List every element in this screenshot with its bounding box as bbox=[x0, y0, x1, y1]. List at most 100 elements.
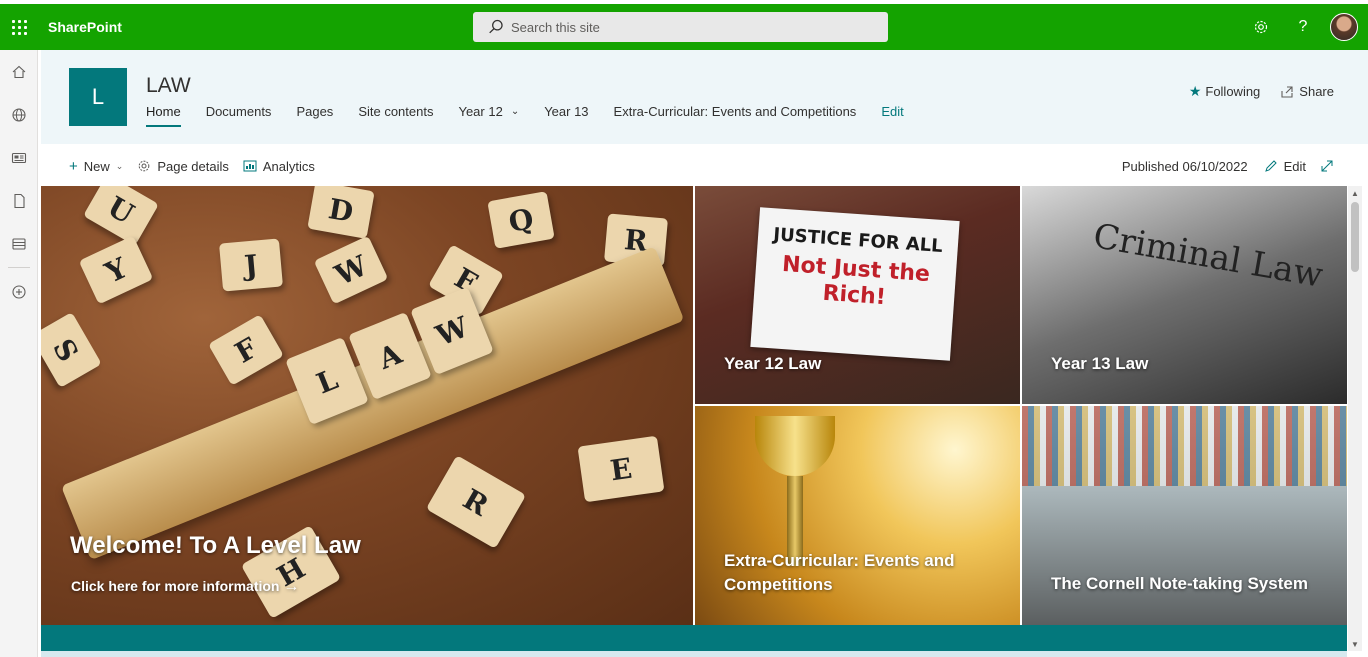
share-icon bbox=[1281, 85, 1293, 98]
nav-year-12-label: Year 12 bbox=[458, 104, 503, 119]
protest-sign: JUSTICE FOR ALL Not Just the Rich! bbox=[750, 207, 960, 361]
hero-tile-year13[interactable]: Criminal Law Year 13 Law bbox=[1022, 186, 1347, 404]
scrabble-tile: Q bbox=[487, 191, 555, 249]
section-band bbox=[41, 625, 1347, 651]
nav-home[interactable]: Home bbox=[146, 105, 181, 127]
nav-documents[interactable]: Documents bbox=[206, 105, 272, 127]
site-header: L LAW Home Documents Pages Site contents… bbox=[41, 50, 1368, 144]
appbar-lists[interactable] bbox=[0, 222, 38, 265]
app-launcher-button[interactable] bbox=[0, 4, 38, 50]
nav-year-13-label: Year 13 bbox=[544, 104, 589, 119]
scrabble-rack bbox=[61, 246, 685, 561]
scrabble-tile: D bbox=[307, 186, 375, 239]
sharepoint-brand-link[interactable]: SharePoint bbox=[48, 4, 122, 50]
scroll-thumb[interactable] bbox=[1351, 202, 1359, 272]
scroll-down-icon[interactable]: ▼ bbox=[1348, 637, 1362, 651]
search-box[interactable] bbox=[473, 12, 888, 42]
site-title[interactable]: LAW bbox=[146, 74, 191, 98]
bookshelf-image bbox=[1022, 406, 1347, 486]
following-label: Following bbox=[1205, 84, 1261, 99]
analytics-label: Analytics bbox=[262, 158, 315, 174]
expand-button[interactable] bbox=[1320, 159, 1340, 173]
nav-pages-label: Pages bbox=[296, 104, 334, 119]
settings-button[interactable] bbox=[1240, 4, 1282, 50]
lists-icon bbox=[12, 237, 26, 250]
search-input[interactable] bbox=[511, 19, 871, 35]
help-icon: ? bbox=[1298, 18, 1308, 35]
gear-icon bbox=[138, 160, 150, 172]
nav-edit-link[interactable]: Edit bbox=[881, 105, 903, 127]
pencil-icon bbox=[1264, 160, 1277, 172]
following-button[interactable]: ★ Following bbox=[1189, 83, 1260, 100]
hero-main-title: Welcome! To A Level Law bbox=[70, 532, 361, 559]
hero-tile-year12[interactable]: JUSTICE FOR ALL Not Just the Rich! Year … bbox=[695, 186, 1020, 404]
scrabble-tile: W bbox=[313, 235, 389, 305]
scrabble-tile: S bbox=[41, 312, 102, 388]
page-details-label: Page details bbox=[157, 158, 229, 174]
site-logo[interactable]: L bbox=[69, 68, 127, 126]
scrabble-tile: R bbox=[425, 455, 527, 549]
appbar-news[interactable] bbox=[0, 136, 38, 179]
new-button[interactable]: + New ⌄ bbox=[69, 158, 123, 175]
scrabble-tile: E bbox=[577, 435, 665, 503]
nav-site-contents[interactable]: Site contents bbox=[358, 105, 433, 127]
appbar-create[interactable] bbox=[0, 270, 38, 313]
nav-extra-curricular-label: Extra-Curricular: Events and Competition… bbox=[613, 104, 857, 119]
chevron-down-icon: ⌄ bbox=[115, 160, 124, 171]
hero-main-link[interactable]: Click here for more information → bbox=[71, 578, 299, 596]
nav-site-contents-label: Site contents bbox=[358, 104, 434, 119]
create-icon bbox=[12, 284, 26, 299]
command-bar: + New ⌄ Page details Analytics Published… bbox=[41, 146, 1368, 186]
avatar[interactable] bbox=[1330, 13, 1358, 41]
plus-icon: + bbox=[69, 157, 78, 175]
site-logo-letter: L bbox=[91, 84, 105, 109]
hero-tile-main[interactable]: U D Q R Y J W F S F L A W E R H Welcome!… bbox=[41, 186, 693, 625]
appbar-sites[interactable] bbox=[0, 93, 38, 136]
home-icon bbox=[12, 65, 26, 78]
page-scrollbar[interactable]: ▲ ▼ bbox=[1348, 186, 1362, 651]
edit-label: Edit bbox=[1283, 158, 1306, 174]
scrabble-tile: Y bbox=[78, 235, 154, 305]
share-button[interactable]: Share bbox=[1280, 84, 1334, 99]
hero-tile-extra-curricular[interactable]: Extra-Curricular: Events and Competition… bbox=[695, 406, 1020, 625]
scrabble-tile: J bbox=[219, 238, 283, 292]
next-section-preview bbox=[41, 651, 1347, 657]
nav-year-13[interactable]: Year 13 bbox=[544, 105, 588, 127]
news-icon bbox=[11, 152, 27, 163]
app-bar bbox=[0, 50, 38, 657]
analytics-icon bbox=[243, 160, 257, 172]
nav-extra-curricular[interactable]: Extra-Curricular: Events and Competition… bbox=[614, 105, 857, 127]
nav-edit-label: Edit bbox=[881, 104, 904, 119]
appbar-home[interactable] bbox=[0, 50, 38, 93]
help-button[interactable]: ? bbox=[1282, 4, 1324, 50]
typewriter-paper-text: Criminal Law bbox=[1090, 216, 1326, 296]
nav-year-12[interactable]: Year 12 ⌄ bbox=[458, 105, 519, 127]
appbar-divider bbox=[8, 267, 30, 268]
share-label: Share bbox=[1299, 84, 1334, 99]
analytics-button[interactable]: Analytics bbox=[243, 159, 315, 174]
published-status: Published 06/10/2022 bbox=[1121, 158, 1248, 174]
hero-web-part: U D Q R Y J W F S F L A W E R H Welcome!… bbox=[41, 186, 1347, 625]
gear-icon bbox=[1254, 20, 1268, 34]
edit-page-button[interactable]: Edit bbox=[1264, 159, 1306, 174]
top-navigation: Home Documents Pages Site contents Year … bbox=[146, 105, 929, 127]
scroll-up-icon[interactable]: ▲ bbox=[1348, 186, 1362, 200]
hero-tile-title: The Cornell Note-taking System bbox=[1051, 574, 1308, 593]
page-details-button[interactable]: Page details bbox=[137, 159, 229, 174]
star-icon: ★ bbox=[1188, 83, 1202, 99]
hero-tile-title: Year 13 Law bbox=[1051, 354, 1149, 373]
sign-line-2: Not Just the Rich! bbox=[781, 251, 931, 311]
hero-tile-cornell[interactable]: The Cornell Note-taking System bbox=[1022, 406, 1347, 625]
appbar-files[interactable] bbox=[0, 179, 38, 222]
nav-pages[interactable]: Pages bbox=[296, 105, 333, 127]
suite-bar: SharePoint ? bbox=[0, 0, 1368, 50]
globe-icon bbox=[12, 107, 26, 122]
files-icon bbox=[14, 193, 25, 208]
nav-documents-label: Documents bbox=[205, 104, 272, 119]
scrabble-tile: F bbox=[208, 314, 284, 386]
expand-icon bbox=[1321, 160, 1333, 172]
arrow-right-icon: → bbox=[283, 578, 300, 595]
hero-tile-title: Year 12 Law bbox=[724, 354, 822, 373]
hero-tile-title: Extra-Curricular: Events and Competition… bbox=[724, 551, 955, 594]
chevron-down-icon: ⌄ bbox=[510, 106, 520, 117]
